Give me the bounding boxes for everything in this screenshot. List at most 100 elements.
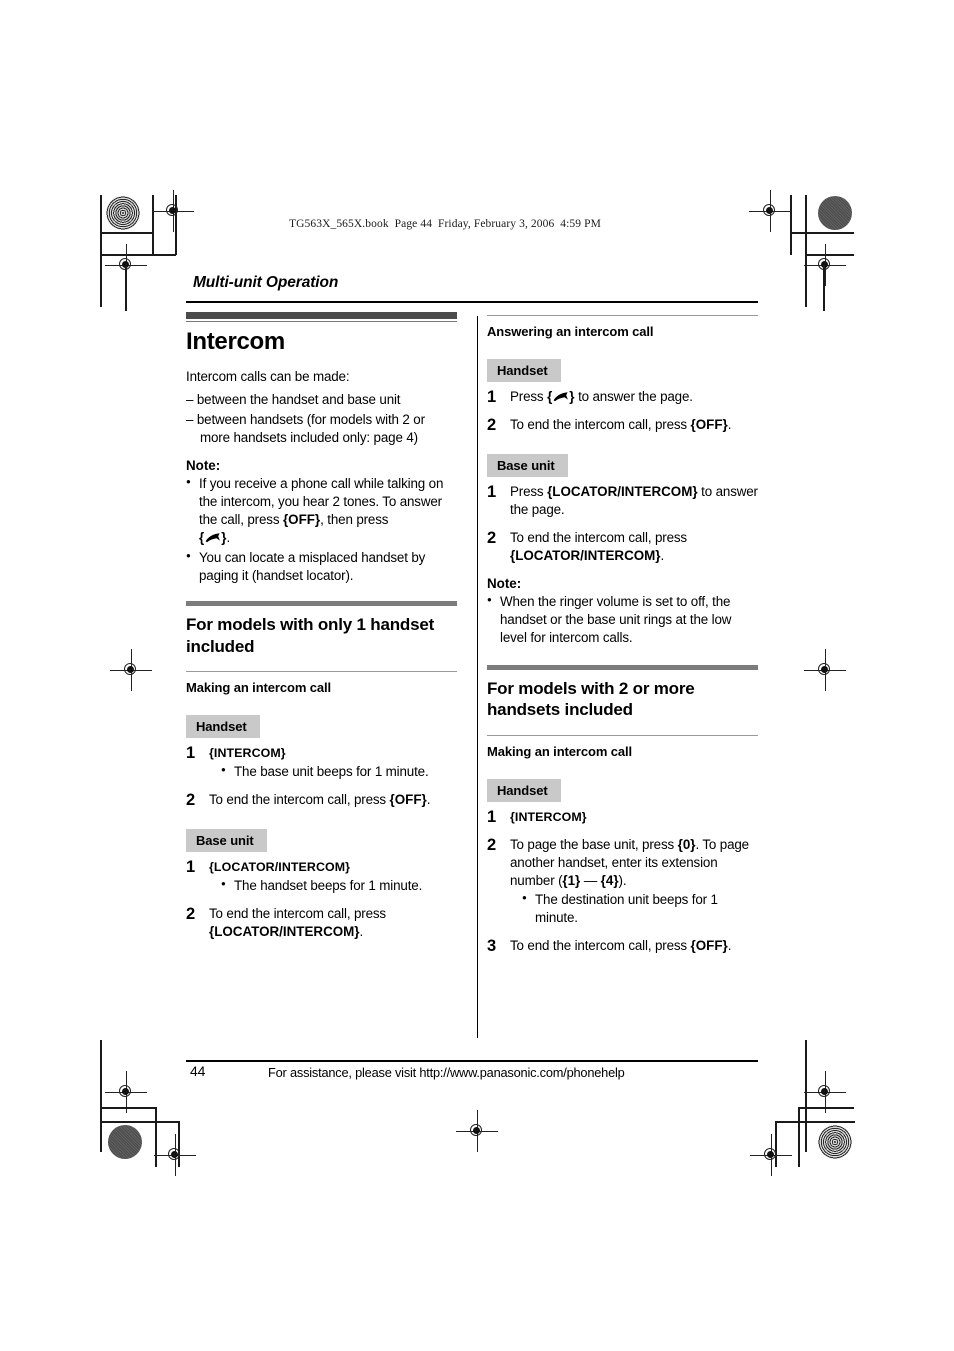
halftone-registration-dot xyxy=(818,196,852,230)
unit-badge-base-unit: Base unit xyxy=(487,454,568,477)
key-range-dash: — xyxy=(580,873,601,889)
chapter-title: Intercom xyxy=(186,328,285,356)
step-bullets: The destination unit beeps for 1 minute. xyxy=(510,890,758,927)
crop-mark-line xyxy=(798,1107,854,1109)
left-column: Intercom Intercom calls can be made: – b… xyxy=(186,312,457,951)
registration-target xyxy=(105,1071,147,1113)
intro-paragraph: Intercom calls can be made: xyxy=(186,369,350,385)
multi-handset-steps: 1 {INTERCOM} 2 To page the base unit, pres… xyxy=(487,808,758,955)
registration-target xyxy=(154,1134,196,1176)
step-item: 1 {INTERCOM} xyxy=(487,808,758,826)
chapter-bar-underline xyxy=(186,321,457,323)
step-text-after: to answer the page. xyxy=(574,389,693,405)
step-number: 2 xyxy=(487,528,497,547)
key-off: {OFF} xyxy=(282,512,321,527)
unit-badge-handset: Handset xyxy=(186,715,260,739)
key-zero: {0} xyxy=(677,837,696,853)
key-off: {OFF} xyxy=(389,792,427,808)
step-item: 1 {LOCATOR/INTERCOM} The handset beeps fo… xyxy=(186,858,457,895)
step-text-before: Press xyxy=(510,484,548,499)
section-title: For models with 2 or more handsets inclu… xyxy=(487,678,695,720)
note-label: Note: xyxy=(487,575,522,591)
subsection-title: Making an intercom call xyxy=(487,744,633,760)
key-locator-intercom: {LOCATOR/INTERCOM} xyxy=(547,484,698,499)
step-number: 2 xyxy=(487,416,497,435)
step-text-before: To end the intercom call, press xyxy=(510,529,687,545)
step-text-after: . xyxy=(727,937,732,953)
step-text-before: To end the intercom call, press xyxy=(510,417,691,433)
step-text-before: To end the intercom call, press xyxy=(209,792,390,808)
crop-mark-line xyxy=(100,1107,156,1109)
subsection-title: Making an intercom call xyxy=(186,680,332,696)
right-column: Answering an intercom call Handset 1 Pres… xyxy=(487,312,758,965)
step-text-after: . xyxy=(727,417,732,433)
section-bar xyxy=(487,664,758,670)
registration-target xyxy=(749,190,791,232)
key-intercom: {INTERCOM} xyxy=(209,746,286,761)
key-off: {OFF} xyxy=(690,937,728,953)
crop-mark-line xyxy=(152,195,154,255)
base-unit-steps: 1 {LOCATOR/INTERCOM} The handset beeps fo… xyxy=(186,858,457,941)
halftone-registration-dot xyxy=(818,1125,852,1159)
step-number: 1 xyxy=(487,483,497,501)
key-locator-intercom: {LOCATOR/INTERCOM} xyxy=(209,924,360,940)
note-list: When the ringer volume is set to off, th… xyxy=(487,592,758,647)
registration-target xyxy=(750,1134,792,1176)
answering-handset-steps: 1 Press {} to answer the page. 2 To end th… xyxy=(487,388,758,434)
crop-mark-line xyxy=(100,195,102,307)
step-bullet: The handset beeps for 1 minute. xyxy=(221,876,457,895)
column-divider xyxy=(477,316,479,1038)
subsection-rule xyxy=(487,315,758,317)
running-head-title: Multi-unit Operation xyxy=(193,274,339,291)
step-number: 2 xyxy=(487,836,497,855)
crop-mark-line xyxy=(798,1107,800,1167)
talk-hook-icon xyxy=(552,389,569,402)
note-list: If you receive a phone call while talkin… xyxy=(186,474,457,585)
step-bullets: The handset beeps for 1 minute. xyxy=(209,876,457,895)
handset-steps: 1 {INTERCOM} The base unit beeps for 1 mi… xyxy=(186,744,457,809)
step-number: 2 xyxy=(186,791,196,810)
step-item: 2 To end the intercom call, press {OFF}. xyxy=(186,791,457,809)
subsection-title: Answering an intercom call xyxy=(487,324,654,340)
step-item: 1 {INTERCOM} The base unit beeps for 1 mi… xyxy=(186,744,457,781)
crop-mark-line xyxy=(823,265,825,311)
step-item: 2 To end the intercom call, press {LOCATO… xyxy=(186,905,457,941)
unit-badge-handset: Handset xyxy=(487,779,561,803)
note-item: When the ringer volume is set to off, th… xyxy=(487,592,758,647)
note-item: You can locate a misplaced handset by pa… xyxy=(186,548,457,585)
step-text-after: ). xyxy=(618,873,627,889)
step-number: 1 xyxy=(487,388,497,407)
step-item: 1 Press {LOCATOR/INTERCOM} to answer the … xyxy=(487,483,758,519)
section-title: For models with only 1 handset included xyxy=(186,614,435,656)
step-text-after: . xyxy=(426,792,431,808)
crop-mark-line xyxy=(790,232,854,234)
chapter-bar xyxy=(186,312,457,319)
step-text-before: To end the intercom call, press xyxy=(510,937,691,953)
running-head-rule xyxy=(186,301,758,303)
dash-item: – between the handset and base unit xyxy=(186,392,401,408)
step-text-after: . xyxy=(359,924,364,940)
step-bullet: The base unit beeps for 1 minute. xyxy=(221,762,457,781)
section-bar xyxy=(186,600,457,606)
step-item: 2 To page the base unit, press {0}. To pa… xyxy=(487,836,758,927)
note-label: Note: xyxy=(186,458,221,474)
step-bullet: The destination unit beeps for 1 minute. xyxy=(522,890,758,927)
registration-target xyxy=(804,244,846,286)
registration-target xyxy=(110,649,152,691)
step-item: 2 To end the intercom call, press {OFF}. xyxy=(487,416,758,434)
note-text-part3: . xyxy=(226,529,231,545)
crop-mark-line xyxy=(100,1040,102,1152)
note-text-part2: , then press xyxy=(320,512,389,527)
registration-target xyxy=(804,1071,846,1113)
key-locator-intercom: {LOCATOR/INTERCOM} xyxy=(209,860,351,875)
step-bullets: The base unit beeps for 1 minute. xyxy=(209,762,457,781)
step-item: 2 To end the intercom call, press {LOCATO… xyxy=(487,529,758,565)
step-number: 1 xyxy=(186,858,196,877)
registration-target xyxy=(804,649,846,691)
crop-mark-line xyxy=(775,1121,855,1123)
key-off: {OFF} xyxy=(690,417,728,433)
note-item: If you receive a phone call while talkin… xyxy=(186,474,457,547)
step-text-before: To page the base unit, press xyxy=(510,837,678,853)
crop-mark-line xyxy=(805,195,807,307)
footer-rule xyxy=(186,1060,758,1062)
